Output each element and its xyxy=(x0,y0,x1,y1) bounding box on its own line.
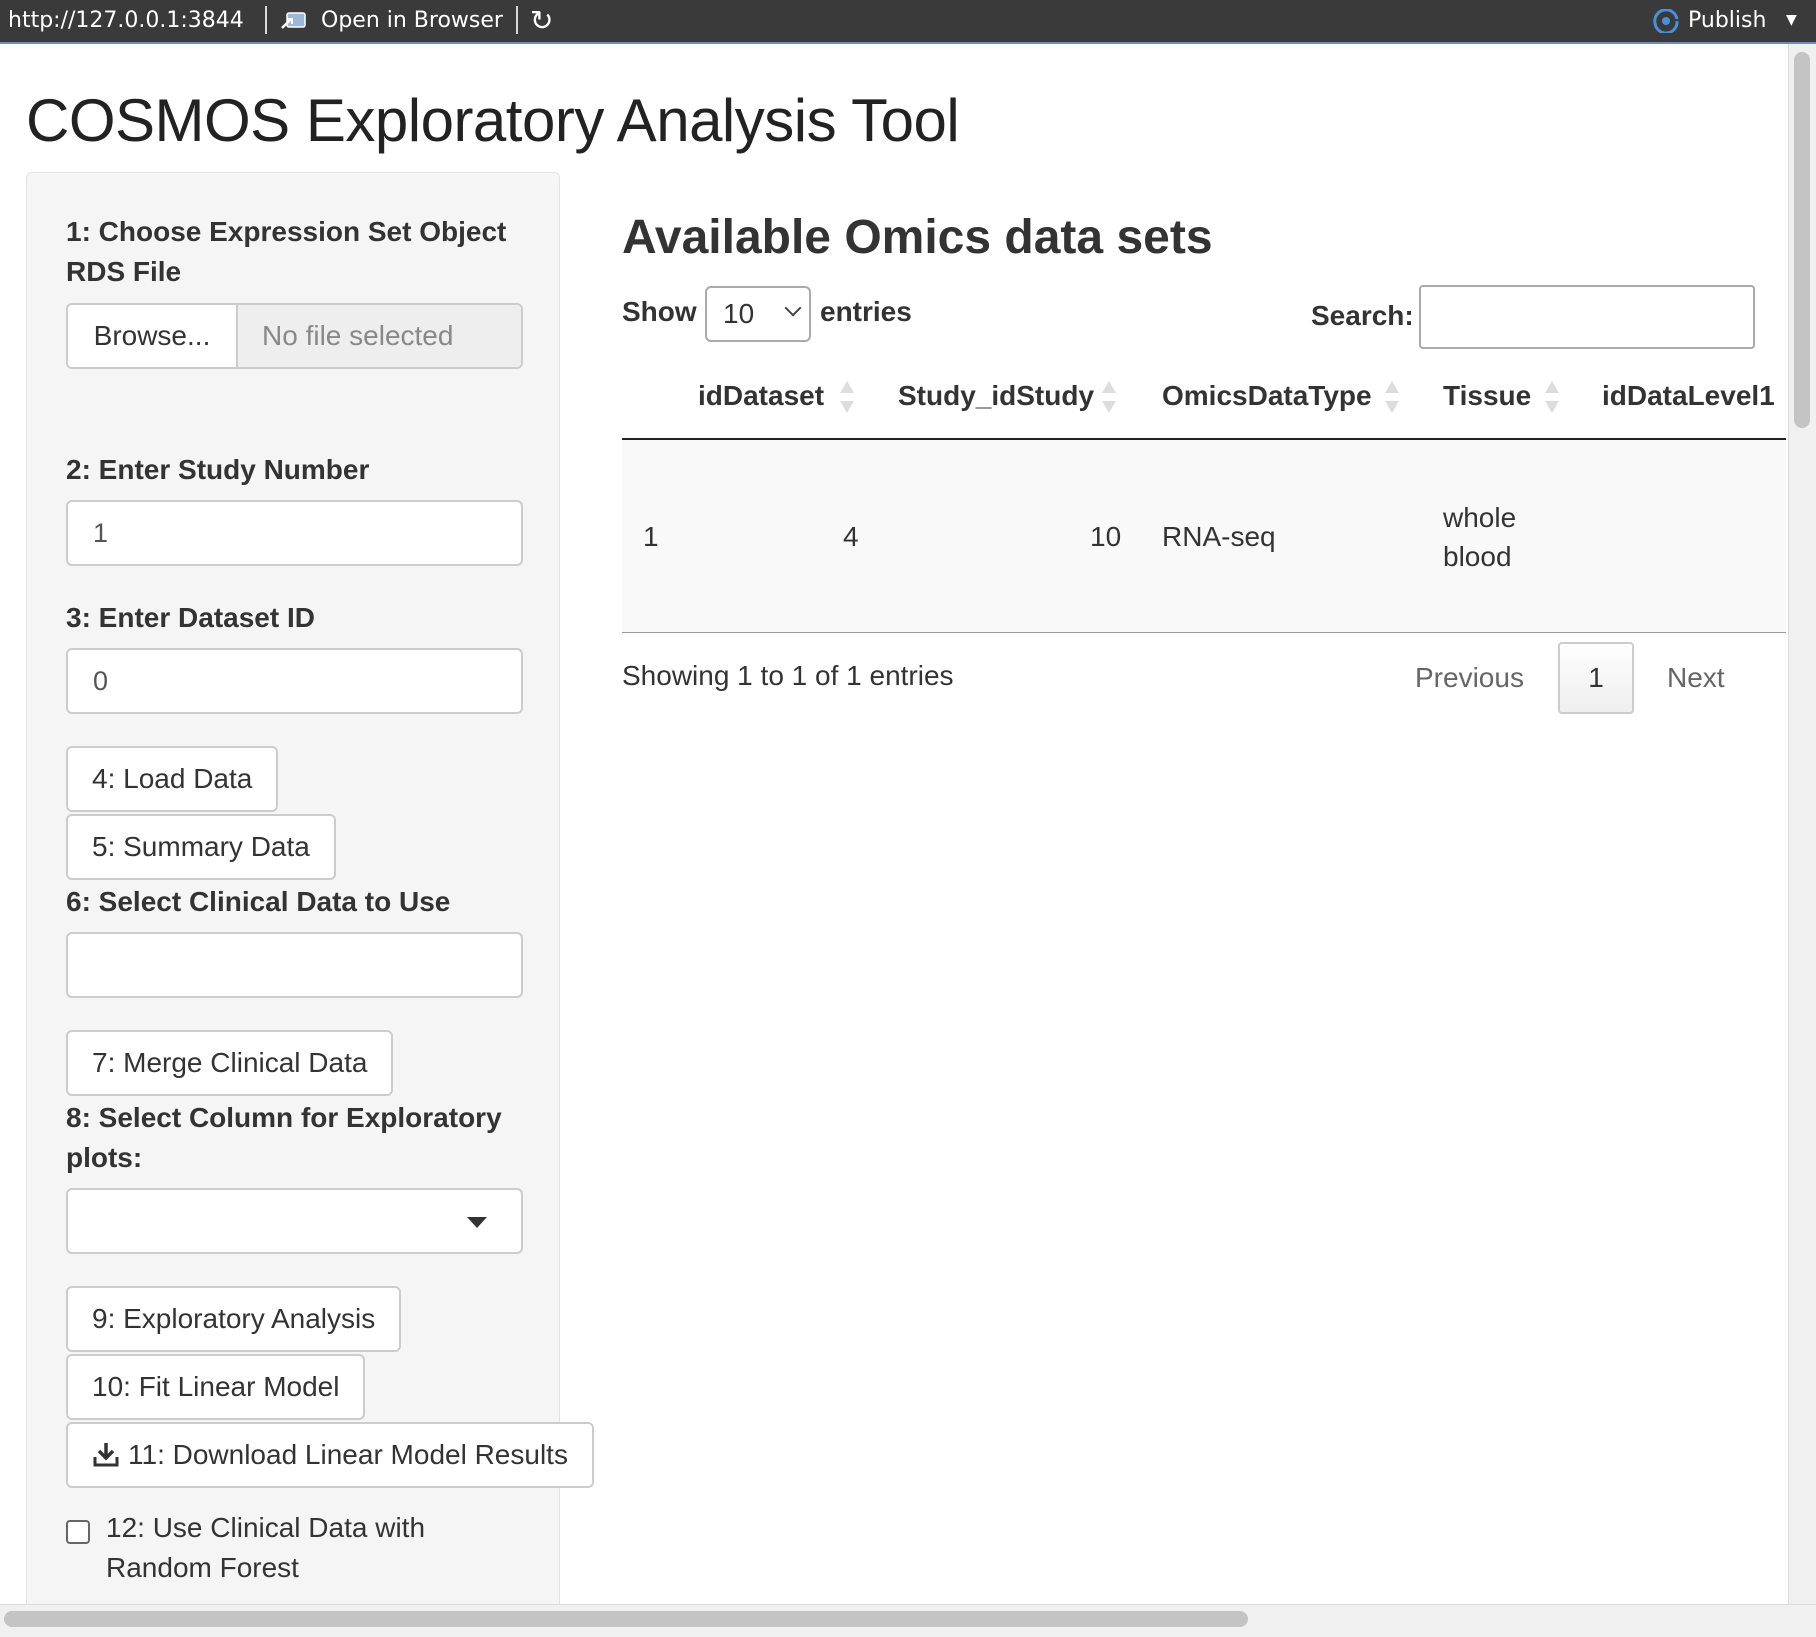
merge-clinical-data-button[interactable]: 7: Merge Clinical Data xyxy=(66,1030,394,1096)
sort-icon[interactable] xyxy=(1102,381,1116,415)
horizontal-scrollbar-thumb[interactable] xyxy=(4,1611,1248,1627)
page-length-value: 10 xyxy=(723,298,755,329)
column-header-omicsdatatype[interactable]: OmicsDataType xyxy=(1162,380,1372,412)
toolbar-divider xyxy=(516,6,518,34)
open-in-browser-icon[interactable] xyxy=(281,10,307,30)
column-header-iddataset[interactable]: idDataset xyxy=(698,380,824,412)
url-display: http://127.0.0.1:3844 xyxy=(8,8,244,33)
sort-icon[interactable] xyxy=(1545,381,1559,415)
search-label: Search: xyxy=(1311,300,1414,331)
browse-button[interactable]: Browse... xyxy=(68,305,238,367)
omicsdatatype-cell: RNA-seq xyxy=(1162,521,1276,552)
iddataset-cell: 4 xyxy=(843,521,859,552)
open-in-browser-button[interactable]: Open in Browser xyxy=(321,8,503,33)
tissue-cell-line1: whole xyxy=(1443,502,1517,533)
study-idstudy-cell: 10 xyxy=(1090,521,1122,552)
fit-linear-model-button[interactable]: 10: Fit Linear Model xyxy=(66,1354,366,1420)
load-data-button[interactable]: 4: Load Data xyxy=(66,746,279,812)
chevron-down-icon xyxy=(784,299,802,317)
study-number-label: 2: Enter Study Number xyxy=(66,454,370,485)
viewer-toolbar: http://127.0.0.1:3844 Open in Browser ↻ … xyxy=(0,0,1816,44)
page-title: COSMOS Exploratory Analysis Tool xyxy=(26,87,960,154)
random-forest-label: 12: Use Clinical Data with Random Forest xyxy=(106,1512,426,1583)
pagination-page-1[interactable]: 1 xyxy=(1558,642,1634,714)
clinical-data-input[interactable] xyxy=(66,932,523,998)
entries-label: entries xyxy=(820,296,912,327)
table-info: Showing 1 to 1 of 1 entries xyxy=(622,660,954,691)
download-icon xyxy=(93,1443,119,1467)
random-forest-checkbox[interactable] xyxy=(66,1520,90,1544)
pagination-next[interactable]: Next xyxy=(1667,662,1725,694)
file-input-group: Browse... No file selected xyxy=(66,303,523,369)
exploratory-column-label: 8: Select Column for Exploratory plots: xyxy=(66,1102,502,1173)
summary-data-button[interactable]: 5: Summary Data xyxy=(66,814,336,880)
publish-icon xyxy=(1653,9,1679,33)
dataset-id-label: 3: Enter Dataset ID xyxy=(66,602,315,633)
vertical-scrollbar-thumb[interactable] xyxy=(1794,52,1810,428)
pagination-previous[interactable]: Previous xyxy=(1415,662,1524,694)
sort-icon[interactable] xyxy=(840,381,854,415)
rds-file-label: 1: Choose Expression Set Object RDS File xyxy=(66,216,507,287)
column-header-iddatalevel1[interactable]: idDataLevel1 xyxy=(1602,380,1775,412)
publish-label: Publish xyxy=(1688,8,1767,33)
row-index-cell: 1 xyxy=(643,521,659,552)
column-header-tissue[interactable]: Tissue xyxy=(1443,380,1531,412)
sort-icon[interactable] xyxy=(1385,381,1399,415)
tissue-cell-line2: blood xyxy=(1443,541,1512,572)
file-name-display: No file selected xyxy=(238,305,521,367)
toolbar-divider xyxy=(265,6,267,34)
dataset-id-input[interactable]: 0 xyxy=(66,648,523,714)
download-results-label: 11: Download Linear Model Results xyxy=(128,1439,568,1470)
study-number-input[interactable]: 1 xyxy=(66,500,523,566)
download-results-button[interactable]: 11: Download Linear Model Results xyxy=(66,1422,594,1488)
dropdown-arrow-icon xyxy=(467,1217,487,1228)
column-header-study-idstudy[interactable]: Study_idStudy xyxy=(898,380,1094,412)
caret-down-icon[interactable]: ▼ xyxy=(1786,12,1797,28)
show-label: Show xyxy=(622,296,697,327)
publish-button[interactable]: Publish xyxy=(1652,8,1766,33)
exploratory-analysis-button[interactable]: 9: Exploratory Analysis xyxy=(66,1286,402,1352)
table-bottom-divider xyxy=(622,632,1786,633)
page-length-select[interactable]: 10 xyxy=(705,286,811,342)
exploratory-column-select[interactable] xyxy=(66,1188,523,1254)
datasets-heading: Available Omics data sets xyxy=(622,211,1213,264)
search-input[interactable] xyxy=(1419,285,1755,349)
refresh-icon[interactable]: ↻ xyxy=(530,4,553,37)
clinical-data-label: 6: Select Clinical Data to Use xyxy=(66,886,451,917)
